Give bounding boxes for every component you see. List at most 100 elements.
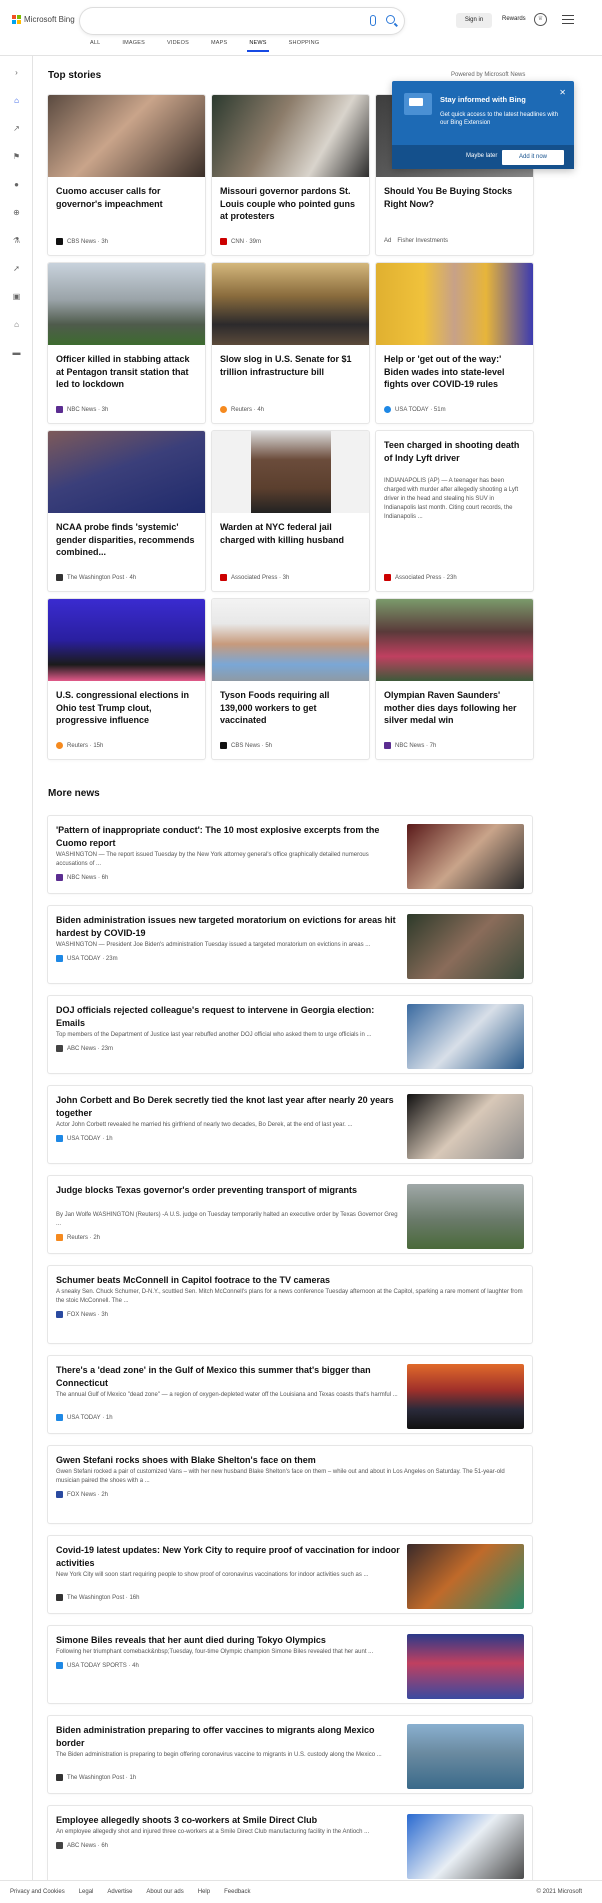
microphone-icon[interactable] bbox=[370, 15, 376, 26]
news-list-item[interactable]: DOJ officials rejected colleague's reque… bbox=[48, 996, 532, 1073]
story-headline[interactable]: Slow slog in U.S. Senate for $1 trillion… bbox=[220, 353, 362, 378]
story-headline[interactable]: Tyson Foods requiring all 139,000 worker… bbox=[220, 689, 362, 727]
news-headline[interactable]: Gwen Stefani rocks shoes with Blake Shel… bbox=[56, 1454, 524, 1467]
news-snippet: By Jan Wolfe WASHINGTON (Reuters) -A U.S… bbox=[56, 1212, 398, 1227]
news-source-label: USA TODAY SPORTS · 4h bbox=[67, 1662, 139, 1669]
news-thumbnail[interactable] bbox=[407, 1004, 524, 1069]
news-list-item[interactable]: John Corbett and Bo Derek secretly tied … bbox=[48, 1086, 532, 1163]
news-headline[interactable]: 'Pattern of inappropriate conduct': The … bbox=[56, 824, 401, 850]
story-headline[interactable]: Should You Be Buying Stocks Right Now? bbox=[384, 185, 526, 210]
story-image bbox=[48, 431, 205, 513]
story-headline[interactable]: Missouri governor pardons St. Louis coup… bbox=[220, 185, 362, 223]
science-icon[interactable]: ⚗ bbox=[12, 236, 21, 245]
home-icon[interactable]: ⌂ bbox=[12, 96, 21, 105]
maybe-later-button[interactable]: Maybe later bbox=[466, 153, 497, 159]
news-list-item[interactable]: Simone Biles reveals that her aunt died … bbox=[48, 1626, 532, 1703]
rewards-link[interactable]: Rewards bbox=[502, 16, 526, 22]
story-headline[interactable]: Cuomo accuser calls for governor's impea… bbox=[56, 185, 198, 210]
news-headline[interactable]: Simone Biles reveals that her aunt died … bbox=[56, 1634, 401, 1647]
news-thumbnail[interactable] bbox=[407, 1814, 524, 1879]
news-source-label: USA TODAY · 1h bbox=[67, 1135, 113, 1142]
close-icon[interactable]: ✕ bbox=[559, 88, 566, 97]
search-icon[interactable] bbox=[386, 15, 395, 24]
footer-link-about-ads[interactable]: About our ads bbox=[146, 1889, 183, 1895]
rewards-trophy-icon[interactable]: ♕ bbox=[534, 13, 547, 26]
news-headline[interactable]: Biden administration preparing to offer … bbox=[56, 1724, 401, 1750]
menu-icon[interactable] bbox=[562, 15, 574, 24]
story-headline[interactable]: Help or 'get out of the way:' Biden wade… bbox=[384, 353, 526, 391]
story-headline[interactable]: U.S. congressional elections in Ohio tes… bbox=[56, 689, 198, 727]
politics-icon[interactable]: ⌂ bbox=[12, 320, 21, 329]
globe-icon[interactable]: ⊕ bbox=[12, 208, 21, 217]
tab-shopping[interactable]: SHOPPING bbox=[289, 40, 320, 52]
news-headline[interactable]: Employee allegedly shoots 3 co-workers a… bbox=[56, 1814, 401, 1827]
expand-chevron-icon[interactable]: › bbox=[12, 68, 21, 77]
news-headline[interactable]: Judge blocks Texas governor's order prev… bbox=[56, 1184, 401, 1197]
news-source: Reuters · 2h bbox=[56, 1234, 100, 1241]
footer-links: Privacy and Cookies Legal Advertise Abou… bbox=[10, 1889, 250, 1895]
add-it-now-button[interactable]: Add it now bbox=[502, 150, 564, 165]
news-thumbnail[interactable] bbox=[407, 1094, 524, 1159]
location-pin-icon[interactable]: ● bbox=[12, 180, 21, 189]
tab-maps[interactable]: MAPS bbox=[211, 40, 227, 52]
news-thumbnail[interactable] bbox=[407, 1184, 524, 1249]
flag-icon[interactable]: ⚑ bbox=[12, 152, 21, 161]
news-headline[interactable]: Biden administration issues new targeted… bbox=[56, 914, 401, 940]
footer-link-privacy[interactable]: Privacy and Cookies bbox=[10, 1889, 65, 1895]
news-thumbnail[interactable] bbox=[407, 1544, 524, 1609]
footer-link-legal[interactable]: Legal bbox=[79, 1889, 94, 1895]
story-headline[interactable]: Warden at NYC federal jail charged with … bbox=[220, 521, 362, 546]
story-card[interactable]: Olympian Raven Saunders' mother dies day… bbox=[376, 599, 533, 759]
story-headline[interactable]: Officer killed in stabbing attack at Pen… bbox=[56, 353, 198, 391]
news-list-item[interactable]: Gwen Stefani rocks shoes with Blake Shel… bbox=[48, 1446, 532, 1523]
tab-all[interactable]: ALL bbox=[90, 40, 100, 52]
story-card[interactable]: Officer killed in stabbing attack at Pen… bbox=[48, 263, 205, 423]
story-headline[interactable]: NCAA probe finds 'systemic' gender dispa… bbox=[56, 521, 198, 559]
footer-link-help[interactable]: Help bbox=[198, 1889, 210, 1895]
news-thumbnail[interactable] bbox=[407, 824, 524, 889]
rocket-icon[interactable]: ➚ bbox=[12, 264, 21, 273]
footer-link-advertise[interactable]: Advertise bbox=[107, 1889, 132, 1895]
story-card[interactable]: Teen charged in shooting death of Indy L… bbox=[376, 431, 533, 591]
tab-images[interactable]: IMAGES bbox=[122, 40, 145, 52]
news-list-item[interactable]: Biden administration issues new targeted… bbox=[48, 906, 532, 983]
money-icon[interactable]: ▬ bbox=[12, 348, 21, 357]
news-list-item[interactable]: Schumer beats McConnell in Capitol footr… bbox=[48, 1266, 532, 1343]
footer-link-feedback[interactable]: Feedback bbox=[224, 1889, 250, 1895]
tab-videos[interactable]: VIDEOS bbox=[167, 40, 189, 52]
story-card[interactable]: Slow slog in U.S. Senate for $1 trillion… bbox=[212, 263, 369, 423]
news-list-item[interactable]: Covid-19 latest updates: New York City t… bbox=[48, 1536, 532, 1613]
story-card[interactable]: NCAA probe finds 'systemic' gender dispa… bbox=[48, 431, 205, 591]
trending-icon[interactable]: ↗ bbox=[12, 124, 21, 133]
news-list-item[interactable]: There's a 'dead zone' in the Gulf of Mex… bbox=[48, 1356, 532, 1433]
story-headline[interactable]: Teen charged in shooting death of Indy L… bbox=[384, 439, 526, 464]
news-headline[interactable]: DOJ officials rejected colleague's reque… bbox=[56, 1004, 401, 1030]
search-input[interactable] bbox=[80, 8, 404, 34]
news-headline[interactable]: There's a 'dead zone' in the Gulf of Mex… bbox=[56, 1364, 401, 1390]
story-card[interactable]: Warden at NYC federal jail charged with … bbox=[212, 431, 369, 591]
news-thumbnail[interactable] bbox=[407, 1364, 524, 1429]
tab-news[interactable]: NEWS bbox=[247, 40, 270, 52]
news-headline[interactable]: John Corbett and Bo Derek secretly tied … bbox=[56, 1094, 401, 1120]
story-source: USA TODAY · 51m bbox=[384, 406, 446, 413]
news-thumbnail[interactable] bbox=[407, 1634, 524, 1699]
story-card[interactable]: U.S. congressional elections in Ohio tes… bbox=[48, 599, 205, 759]
news-thumbnail[interactable] bbox=[407, 914, 524, 979]
story-headline[interactable]: Olympian Raven Saunders' mother dies day… bbox=[384, 689, 526, 727]
popup-text: Get quick access to the latest headlines… bbox=[440, 112, 559, 126]
story-card[interactable]: Help or 'get out of the way:' Biden wade… bbox=[376, 263, 533, 423]
story-card[interactable]: Cuomo accuser calls for governor's impea… bbox=[48, 95, 205, 255]
news-headline[interactable]: Covid-19 latest updates: New York City t… bbox=[56, 1544, 401, 1570]
story-card[interactable]: Tyson Foods requiring all 139,000 worker… bbox=[212, 599, 369, 759]
news-list-item[interactable]: Biden administration preparing to offer … bbox=[48, 1716, 532, 1793]
news-list-item[interactable]: Employee allegedly shoots 3 co-workers a… bbox=[48, 1806, 532, 1883]
sign-in-button[interactable]: Sign in bbox=[456, 13, 492, 28]
news-headline[interactable]: Schumer beats McConnell in Capitol footr… bbox=[56, 1274, 524, 1287]
bing-logo[interactable]: Microsoft Bing bbox=[12, 15, 75, 24]
news-list-item[interactable]: 'Pattern of inappropriate conduct': The … bbox=[48, 816, 532, 893]
entertainment-icon[interactable]: ▣ bbox=[12, 292, 21, 301]
story-card[interactable]: Missouri governor pardons St. Louis coup… bbox=[212, 95, 369, 255]
news-thumbnail[interactable] bbox=[407, 1724, 524, 1789]
popup-footer: Maybe later Add it now bbox=[392, 145, 574, 169]
news-list-item[interactable]: Judge blocks Texas governor's order prev… bbox=[48, 1176, 532, 1253]
